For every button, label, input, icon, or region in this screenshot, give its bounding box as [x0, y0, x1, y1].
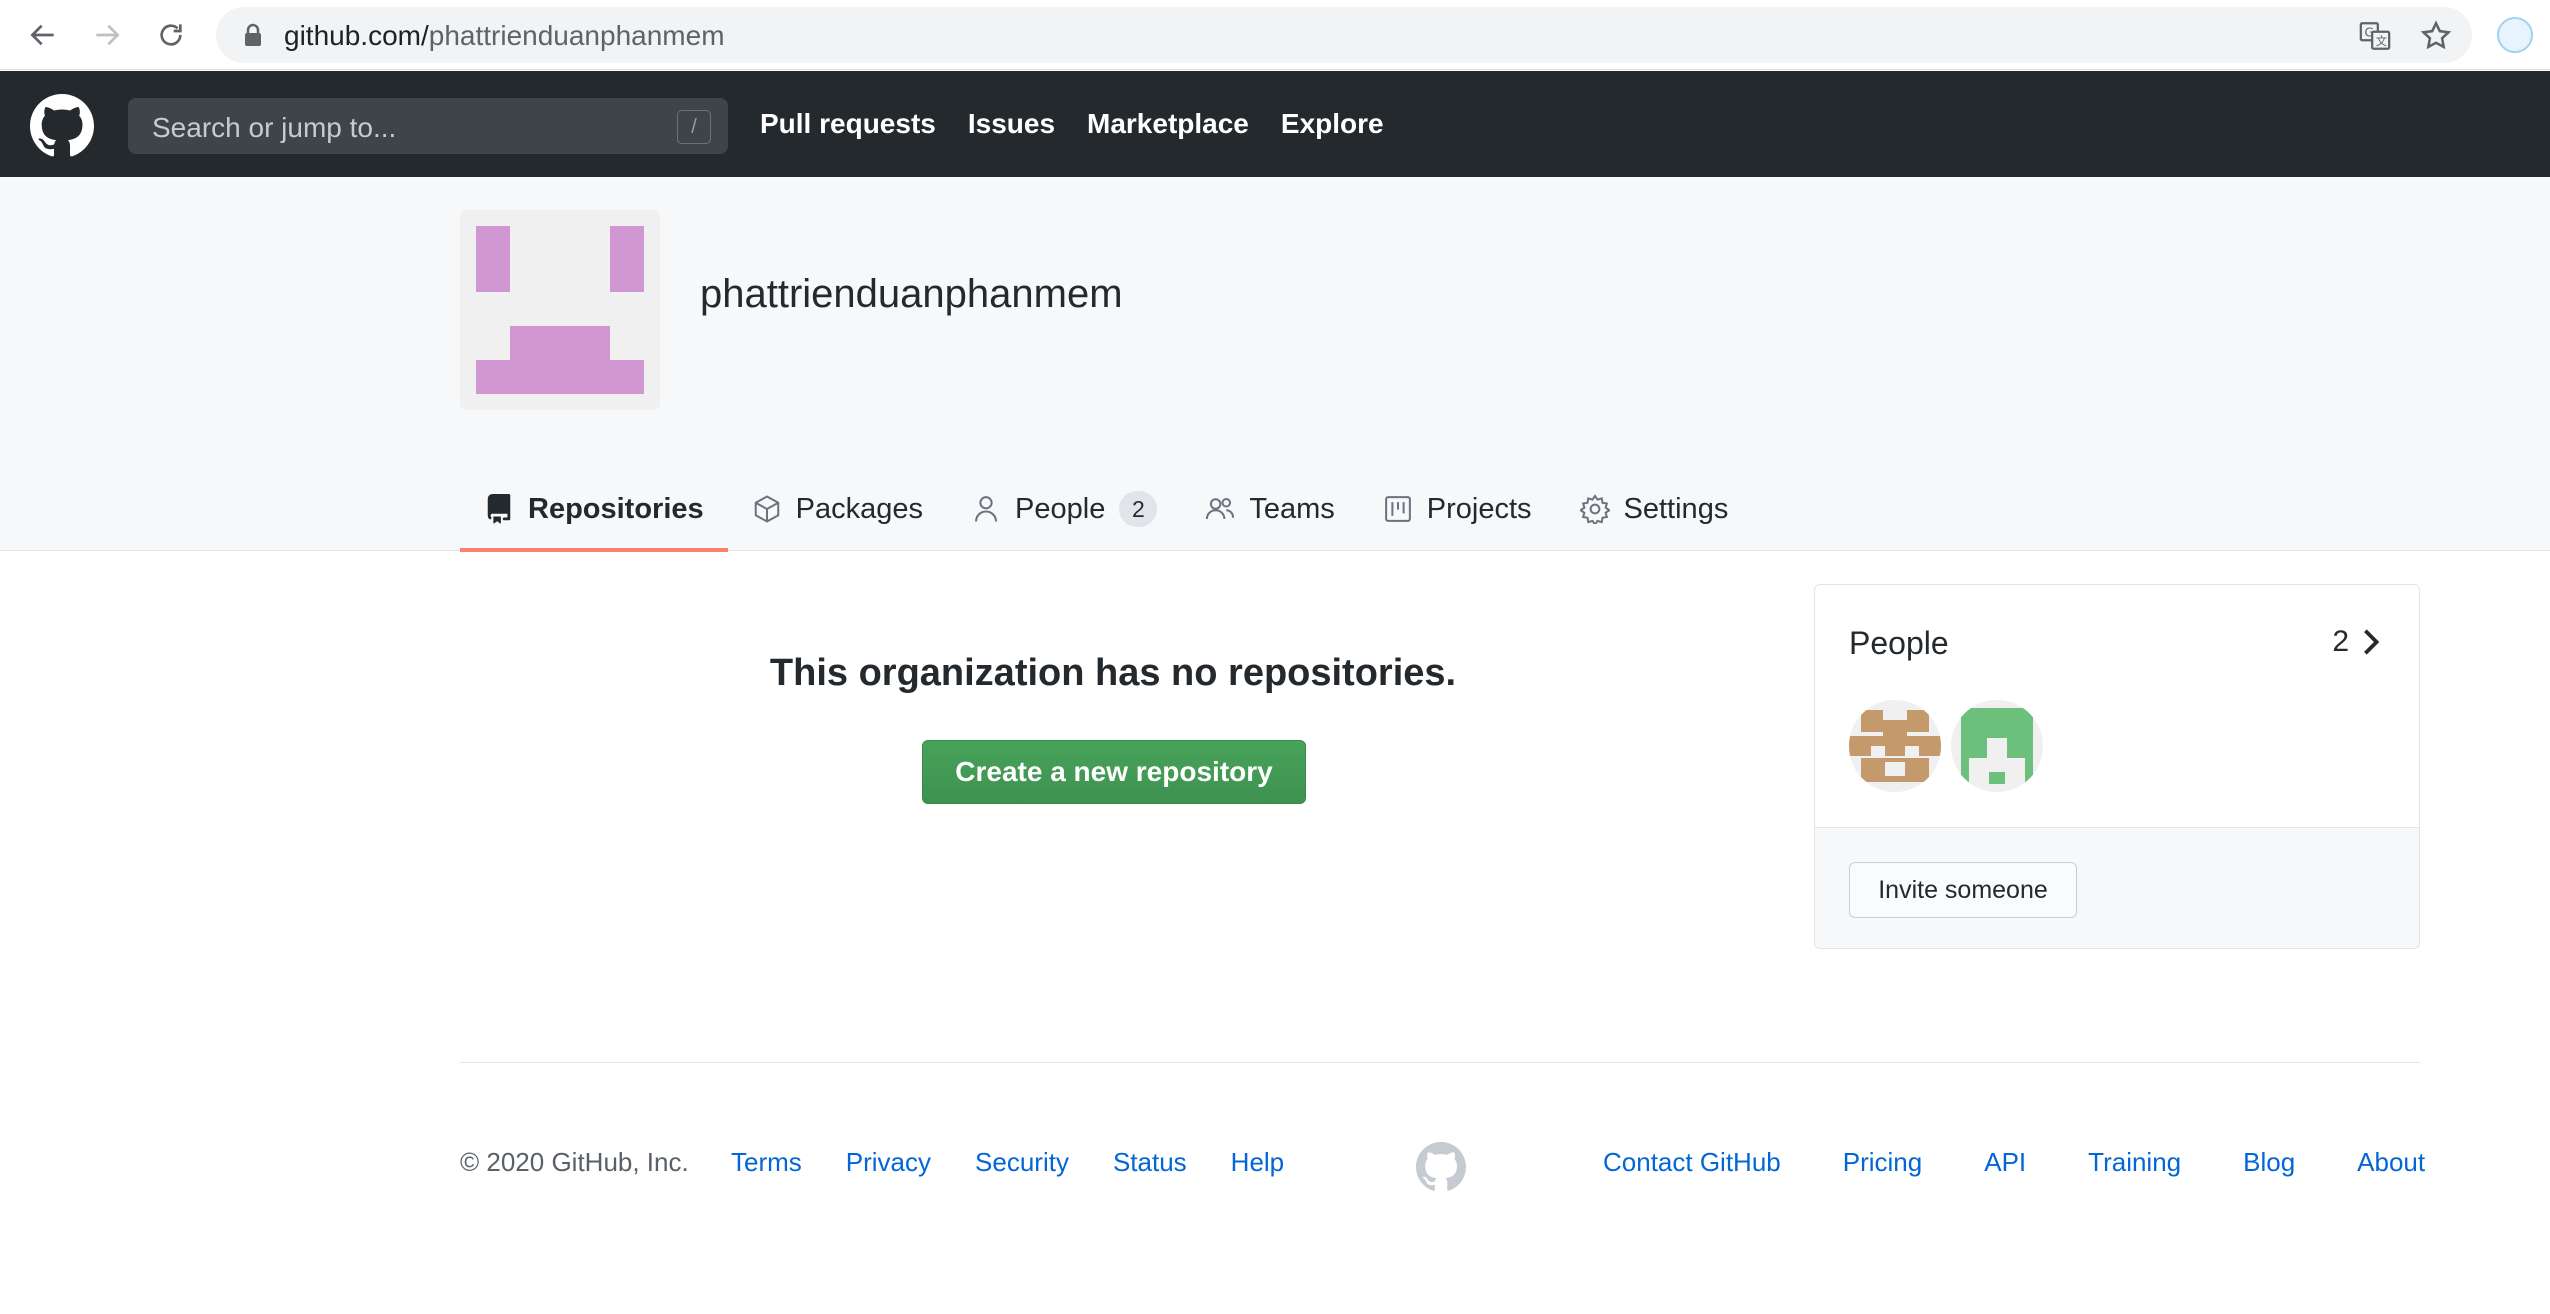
tab-label: People — [1015, 492, 1106, 525]
github-logo-icon[interactable] — [30, 94, 94, 158]
people-box-count[interactable]: 2 — [2332, 625, 2349, 659]
people-counter: 2 — [1119, 491, 1158, 527]
empty-state-title: This organization has no repositories. — [769, 652, 1457, 694]
reload-icon — [160, 24, 182, 46]
footer-link-terms[interactable]: Terms — [731, 1147, 802, 1178]
lock-icon — [245, 23, 261, 46]
tab-label: Repositories — [528, 492, 704, 525]
nav-explore[interactable]: Explore — [1281, 108, 1384, 140]
tab-people[interactable]: People 2 — [947, 467, 1181, 551]
footer-link-training[interactable]: Training — [2088, 1147, 2181, 1178]
footer-copyright: © 2020 GitHub, Inc. — [460, 1147, 689, 1177]
footer-link-api[interactable]: API — [1984, 1147, 2026, 1178]
svg-text:文: 文 — [2376, 34, 2387, 48]
tab-label: Teams — [1249, 492, 1335, 525]
url-text: github.com/phattrienduanphanmem — [284, 20, 725, 51]
forward-button[interactable] — [84, 12, 130, 58]
top-nav: Pull requests Issues Marketplace Explore — [760, 71, 1384, 177]
member-avatar[interactable] — [1951, 700, 2043, 792]
browser-toolbar: github.com/phattrienduanphanmem G文 — [0, 0, 2550, 70]
nav-issues[interactable]: Issues — [968, 108, 1055, 140]
arrow-right-icon — [96, 24, 120, 46]
people-icon — [1206, 498, 1235, 520]
back-button[interactable] — [20, 12, 66, 58]
footer-link-pricing[interactable]: Pricing — [1843, 1147, 1922, 1178]
footer-link-help[interactable]: Help — [1231, 1147, 1284, 1178]
org-name: phattrienduanphanmem — [700, 272, 1123, 316]
footer-link-security[interactable]: Security — [975, 1147, 1069, 1178]
tab-label: Settings — [1623, 492, 1729, 525]
gear-icon — [1579, 494, 1610, 524]
footer-links-right: Contact GitHub Pricing API Training Blog… — [1603, 1147, 2425, 1178]
repo-icon — [487, 494, 511, 524]
org-header: phattrienduanphanmem Repositories Packag… — [0, 177, 2550, 552]
chevron-right-icon[interactable] — [2359, 627, 2383, 657]
github-header: Search or jump to... / Pull requests Iss… — [0, 71, 2550, 177]
search-placeholder: Search or jump to... — [152, 112, 397, 143]
address-bar[interactable]: github.com/phattrienduanphanmem G文 — [216, 7, 2472, 63]
project-icon — [1384, 496, 1411, 522]
person-icon — [975, 496, 998, 522]
people-box-title[interactable]: People — [1849, 625, 1949, 662]
tab-label: Packages — [795, 492, 924, 525]
reload-button[interactable] — [148, 12, 194, 58]
star-icon[interactable] — [2419, 19, 2453, 53]
arrow-left-icon — [30, 24, 54, 46]
invite-someone-button[interactable]: Invite someone — [1849, 862, 2077, 918]
extension-icon[interactable] — [2497, 17, 2533, 53]
tab-repositories[interactable]: Repositories — [460, 467, 728, 552]
people-box: People 2 Invite someone — [1814, 584, 2420, 949]
footer-link-about[interactable]: About — [2357, 1147, 2425, 1178]
search-input[interactable]: Search or jump to... / — [128, 98, 728, 154]
translate-icon[interactable]: G文 — [2358, 19, 2392, 53]
footer-link-privacy[interactable]: Privacy — [846, 1147, 931, 1178]
footer-link-status[interactable]: Status — [1113, 1147, 1187, 1178]
github-footer-logo-icon[interactable] — [1416, 1142, 1466, 1192]
tab-settings[interactable]: Settings — [1556, 467, 1753, 551]
tab-projects[interactable]: Projects — [1359, 467, 1556, 551]
footer-link-contact[interactable]: Contact GitHub — [1603, 1147, 1781, 1178]
org-tabs: Repositories Packages People 2 Teams Pro… — [460, 467, 1753, 552]
tab-label: Projects — [1426, 492, 1532, 525]
create-repository-button[interactable]: Create a new repository — [922, 740, 1306, 804]
package-icon — [754, 495, 779, 523]
tab-packages[interactable]: Packages — [728, 467, 947, 551]
people-box-footer: Invite someone — [1815, 827, 2419, 948]
search-shortcut-key: / — [677, 110, 711, 144]
member-avatar[interactable] — [1849, 700, 1941, 792]
tab-teams[interactable]: Teams — [1181, 467, 1358, 551]
footer-link-blog[interactable]: Blog — [2243, 1147, 2295, 1178]
footer-divider — [460, 1062, 2420, 1063]
footer-links-left: Terms Privacy Security Status Help — [731, 1147, 1284, 1178]
org-avatar — [460, 210, 660, 410]
nav-pull-requests[interactable]: Pull requests — [760, 108, 936, 140]
nav-marketplace[interactable]: Marketplace — [1087, 108, 1249, 140]
